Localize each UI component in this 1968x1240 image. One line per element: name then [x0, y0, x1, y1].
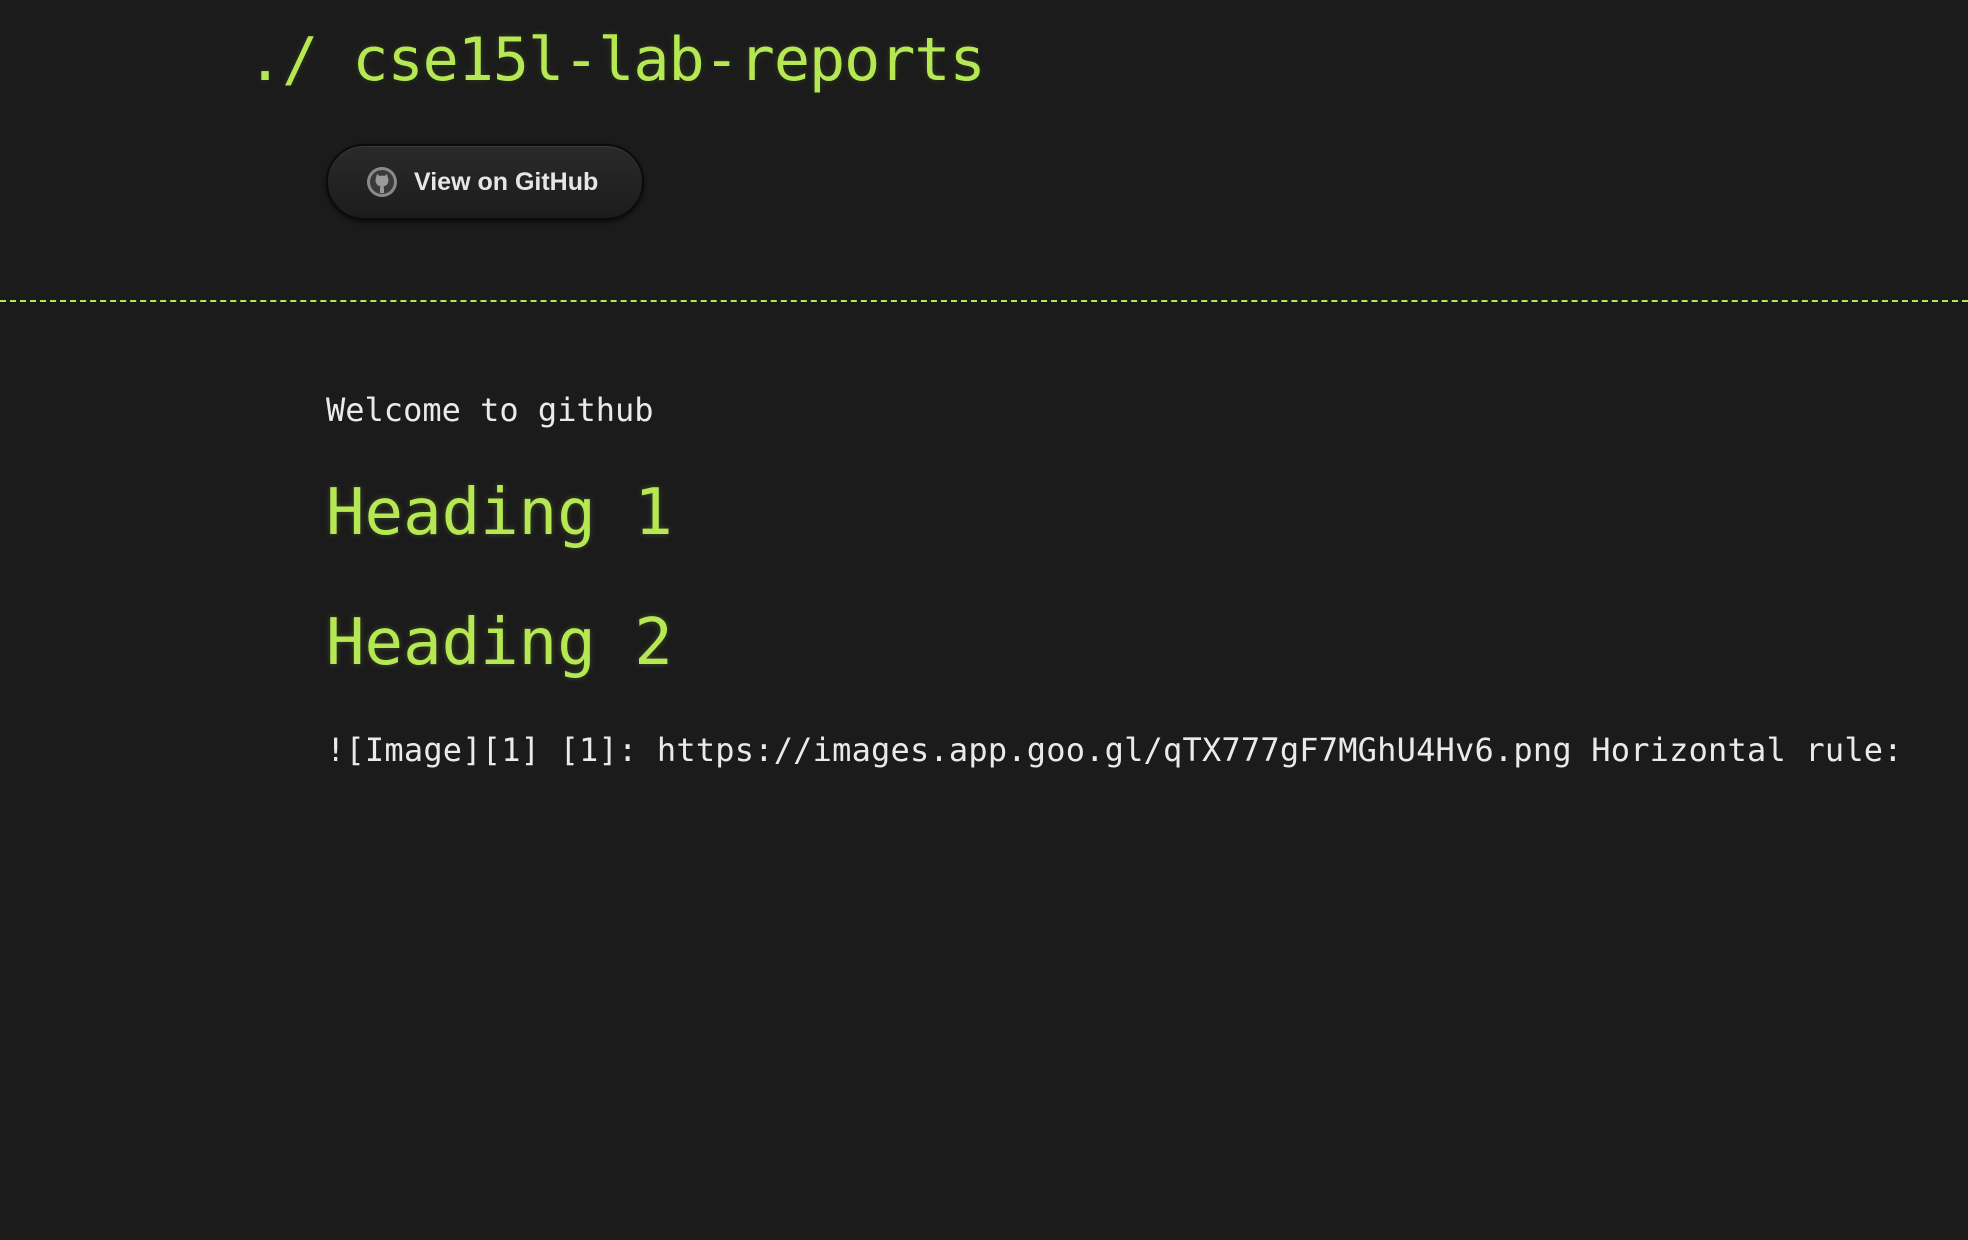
welcome-text: Welcome to github	[326, 391, 654, 429]
heading-2: Heading 2	[326, 606, 673, 680]
view-on-github-label: View on GitHub	[414, 167, 599, 196]
repo-name: cse15l-lab-reports	[352, 25, 985, 95]
github-octocat-icon	[366, 166, 398, 198]
raw-markdown-paragraph: ![Image][1] [1]: https://images.app.goo.…	[326, 731, 1903, 769]
heading-1: Heading 1	[326, 476, 673, 550]
header-divider	[0, 300, 1968, 302]
view-on-github-button[interactable]: View on GitHub	[326, 144, 644, 220]
site-title: ./ cse15l-lab-reports	[247, 20, 986, 100]
title-prefix: ./	[247, 25, 318, 95]
